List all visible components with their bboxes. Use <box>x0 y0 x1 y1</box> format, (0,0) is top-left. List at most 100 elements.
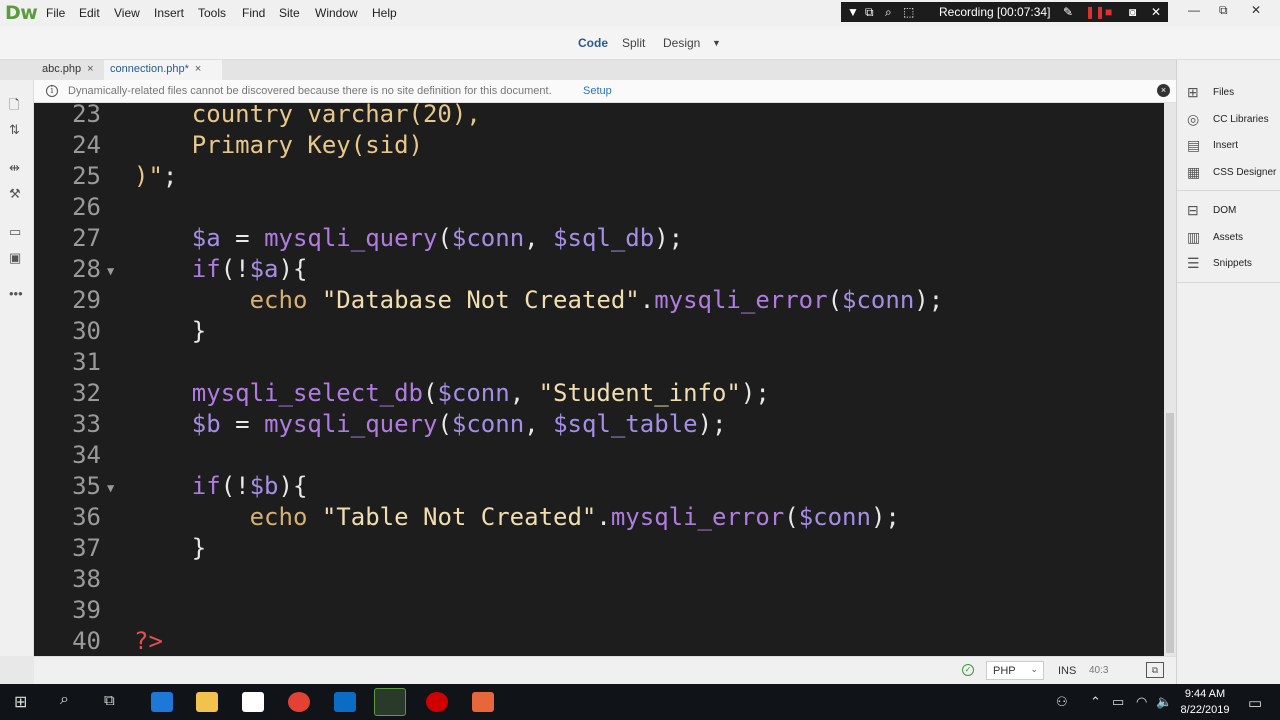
close-icon[interactable]: × <box>1157 84 1170 97</box>
battery-icon[interactable]: ▭ <box>1112 694 1124 710</box>
expand-icon[interactable]: ⇹ <box>9 160 20 176</box>
split-view-button[interactable]: Split <box>622 36 645 50</box>
menu-insert[interactable]: Insert <box>154 6 184 20</box>
code-line[interactable]: 34 <box>34 441 1164 472</box>
recorder-icon[interactable] <box>426 692 448 712</box>
tab-abc-php[interactable]: abc.php × <box>36 60 104 80</box>
files-icon: ⊞ <box>1187 84 1199 100</box>
code-line[interactable]: 38 <box>34 565 1164 596</box>
code-text: if(!$a){ <box>134 255 308 283</box>
code-line[interactable]: 31 <box>34 348 1164 379</box>
minimize-icon[interactable]: — <box>1188 3 1200 17</box>
code-line[interactable]: 32 mysqli_select_db($conn, "Student_info… <box>34 379 1164 410</box>
store-icon[interactable] <box>242 692 264 712</box>
line-number: 36 <box>72 503 101 531</box>
line-number: 37 <box>72 534 101 562</box>
code-line[interactable]: 29 echo "Database Not Created".mysqli_er… <box>34 286 1164 317</box>
stop-icon[interactable]: ■ <box>1105 4 1112 20</box>
code-line[interactable]: 24 Primary Key(sid) <box>34 131 1164 162</box>
more-icon[interactable]: ••• <box>9 286 23 301</box>
dreamweaver-task-icon[interactable] <box>374 688 406 716</box>
code-line[interactable]: 35 ▼ if(!$b){ <box>34 472 1164 503</box>
edge-icon[interactable] <box>151 692 173 712</box>
region-icon[interactable]: ⬚ <box>903 4 914 20</box>
clock-time[interactable]: 9:44 AM <box>1180 688 1230 700</box>
menu-help[interactable]: Help <box>372 6 397 20</box>
code-text: $a = mysqli_query($conn, $sql_db); <box>134 224 683 252</box>
menu-find[interactable]: Find <box>242 6 265 20</box>
windows-start-icon[interactable]: ⊞ <box>14 692 27 712</box>
wifi-icon[interactable]: ◠ <box>1136 694 1147 710</box>
volume-icon[interactable]: 🔈 <box>1156 694 1172 710</box>
code-line[interactable]: 25)"; <box>34 162 1164 193</box>
code-line[interactable]: 26 <box>34 193 1164 224</box>
code-line[interactable]: 33 $b = mysqli_query($conn, $sql_table); <box>34 410 1164 441</box>
chevron-down-icon: ⌄ <box>1030 664 1038 674</box>
menu-window[interactable]: Window <box>315 6 358 20</box>
xampp-icon[interactable] <box>472 692 494 712</box>
file-explorer-icon[interactable] <box>196 692 218 712</box>
menu-tools[interactable]: Tools <box>198 6 226 20</box>
zoom-icon[interactable]: ⌕ <box>885 4 892 20</box>
task-view-icon[interactable]: ⧉ <box>104 692 115 709</box>
outlook-icon[interactable] <box>334 692 356 712</box>
code-token: ); <box>914 286 944 314</box>
brush-icon[interactable]: ⚒ <box>9 186 21 202</box>
notifications-icon[interactable]: ▭ <box>1248 694 1262 712</box>
insert-mode[interactable]: INS <box>1058 665 1076 677</box>
menu-site[interactable]: Site <box>279 6 300 20</box>
setup-link[interactable]: Setup <box>583 85 612 97</box>
chrome-icon[interactable] <box>288 692 310 712</box>
clock-date[interactable]: 8/22/2019 <box>1176 704 1234 716</box>
preview-icon[interactable]: ⧉ <box>1146 662 1164 678</box>
close-icon[interactable]: × <box>195 63 201 75</box>
search-icon[interactable]: ⌕ <box>60 691 69 709</box>
fold-toggle-icon[interactable]: ▼ <box>107 481 114 495</box>
code-line[interactable]: 40 ?> <box>34 627 1164 656</box>
menu-view[interactable]: View <box>114 6 140 20</box>
scrollbar-thumb[interactable] <box>1166 413 1174 653</box>
code-line[interactable]: 39 <box>34 596 1164 627</box>
code-token: $sql_table <box>553 410 698 438</box>
menu-file[interactable]: File <box>46 6 65 20</box>
dropdown-icon[interactable]: ▼ <box>847 4 859 20</box>
pause-icon[interactable]: ❚❚ <box>1085 4 1105 20</box>
file-icon[interactable]: 🗋 <box>9 96 19 118</box>
close-window-icon[interactable]: ✕ <box>1251 3 1261 17</box>
code-text: echo "Database Not Created".mysqli_error… <box>134 286 944 314</box>
sort-icon[interactable]: ⇅ <box>9 122 20 138</box>
window-icon[interactable]: ⧉ <box>865 4 874 20</box>
menu-edit[interactable]: Edit <box>79 6 100 20</box>
comment-icon[interactable]: ▭ <box>9 224 21 240</box>
format-icon[interactable]: ▣ <box>9 250 21 266</box>
code-line[interactable]: 30 } <box>34 317 1164 348</box>
code-editor[interactable]: 23 country varchar(20), 24 Primary Key(si… <box>34 103 1164 656</box>
code-view-button[interactable]: Code <box>578 36 608 50</box>
close-icon[interactable]: ✕ <box>1151 4 1161 20</box>
tab-connection-php[interactable]: connection.php* × <box>104 60 222 80</box>
code-line[interactable]: 27 $a = mysqli_query($conn, $sql_db); <box>34 224 1164 255</box>
code-token: ?> <box>134 627 163 655</box>
insert-icon: ▤ <box>1187 137 1201 153</box>
camera-icon[interactable]: ◙ <box>1129 4 1136 20</box>
fold-toggle-icon[interactable]: ▼ <box>107 264 114 278</box>
code-line[interactable]: 28 ▼ if(!$a){ <box>34 255 1164 286</box>
chevron-down-icon[interactable]: ▼ <box>712 38 721 48</box>
design-view-button[interactable]: Design <box>663 36 700 50</box>
vertical-scrollbar[interactable] <box>1164 103 1176 656</box>
code-line[interactable]: 37 } <box>34 534 1164 565</box>
chevron-up-icon[interactable]: ⌃ <box>1090 694 1101 710</box>
pen-icon[interactable]: ✎ <box>1063 4 1073 20</box>
close-icon[interactable]: × <box>87 63 93 75</box>
code-line[interactable]: 36 echo "Table Not Created".mysqli_error… <box>34 503 1164 534</box>
code-token: (! <box>220 255 250 283</box>
code-line[interactable]: 23 country varchar(20), <box>34 103 1164 131</box>
people-icon[interactable]: ⚇ <box>1056 694 1068 710</box>
language-select[interactable]: PHP ⌄ <box>986 661 1044 680</box>
restore-icon[interactable]: ⧉ <box>1219 3 1228 18</box>
code-text: } <box>134 534 206 562</box>
